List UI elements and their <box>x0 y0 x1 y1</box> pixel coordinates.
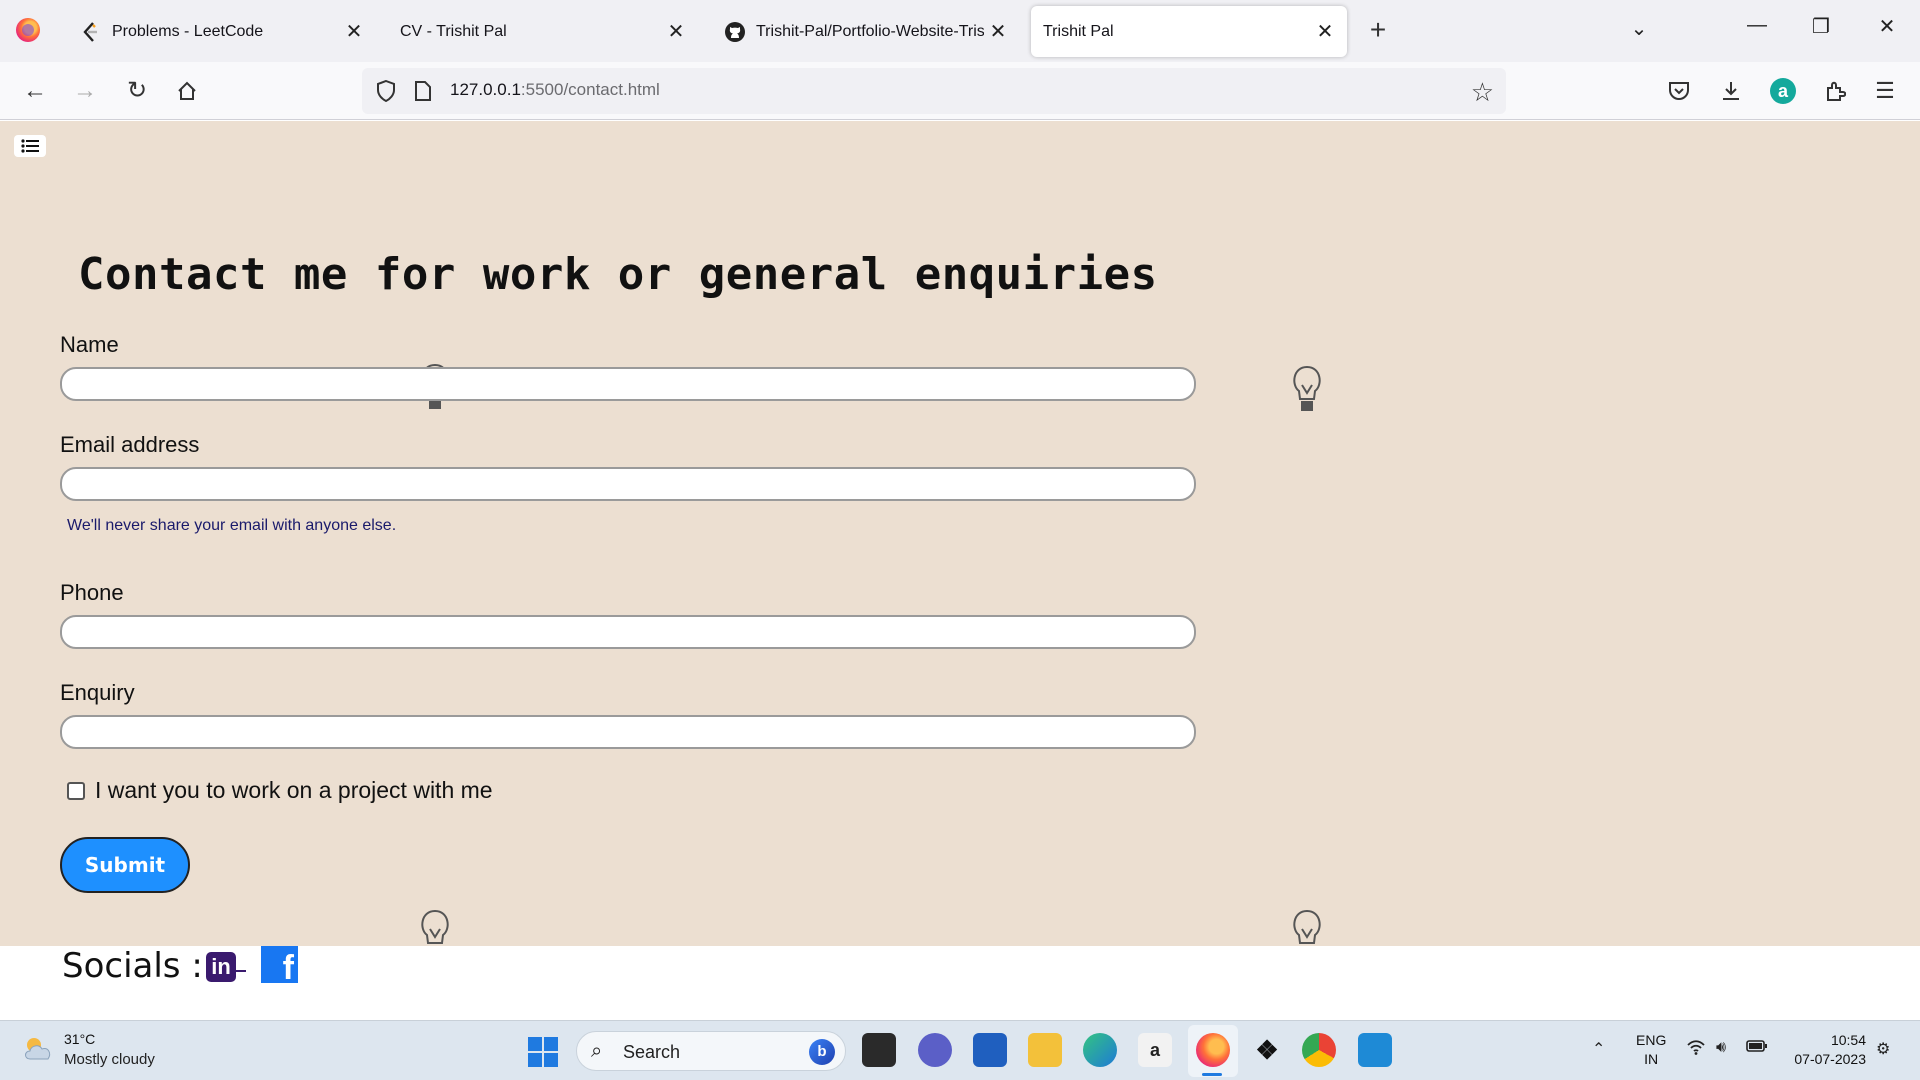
system-clock[interactable]: 10:54 07-07-2023 <box>1786 1031 1866 1069</box>
tab-title: Trishit-Pal/Portfolio-Website-Trishit <box>756 22 984 40</box>
edge-icon[interactable] <box>1083 1033 1117 1067</box>
tab-title: Problems - LeetCode <box>112 22 264 40</box>
tab-title: Trishit Pal <box>1043 22 1114 40</box>
reload-icon[interactable]: ↻ <box>122 76 152 106</box>
new-tab-button[interactable]: + <box>1363 16 1393 46</box>
socials-label: Socials : <box>62 946 203 986</box>
close-tab-icon[interactable]: ✕ <box>1311 18 1339 46</box>
tab-leetcode[interactable]: Problems - LeetCode ✕ <box>66 6 376 57</box>
windows-taskbar: 31°C Mostly cloudy ⌕ Search b a ❖ ⌃ ENG … <box>0 1020 1920 1080</box>
volume-icon[interactable]: 🔊︎ <box>1716 1039 1726 1057</box>
taskbar-search[interactable]: ⌕ Search b <box>576 1031 846 1071</box>
downloads-icon[interactable] <box>1716 76 1746 106</box>
enquiry-label: Enquiry <box>60 680 135 705</box>
name-label: Name <box>60 332 119 357</box>
wifi-icon[interactable] <box>1686 1039 1706 1060</box>
language-indicator[interactable]: ENG IN <box>1636 1031 1666 1069</box>
dropbox-icon[interactable]: ❖ <box>1250 1033 1284 1067</box>
extensions-icon[interactable] <box>1820 76 1850 106</box>
socials-footer: Socials : in f <box>0 946 1920 1020</box>
bing-icon[interactable]: b <box>809 1039 835 1065</box>
tab-github[interactable]: Trishit-Pal/Portfolio-Website-Trishit ✕ <box>710 6 1020 57</box>
restore-icon[interactable]: ❐ <box>1806 14 1836 39</box>
browser-tab-bar: Problems - LeetCode ✕ CV - Trishit Pal ✕… <box>0 0 1920 62</box>
page-info-icon[interactable] <box>414 81 432 101</box>
lightbulb-icon <box>1293 909 1321 944</box>
email-label: Email address <box>60 432 200 457</box>
forward-icon[interactable]: → <box>70 76 100 106</box>
clock-time: 10:54 <box>1830 1032 1866 1048</box>
vscode-icon[interactable] <box>1358 1033 1392 1067</box>
back-icon[interactable]: ← <box>20 76 50 106</box>
notifications-icon[interactable]: ⚙ <box>1876 1039 1890 1059</box>
clock-date: 07-07-2023 <box>1794 1051 1866 1067</box>
email-input[interactable] <box>60 467 1196 501</box>
weather-cloud-icon[interactable] <box>22 1035 56 1063</box>
url-path: :5500/contact.html <box>520 80 660 99</box>
tracking-protection-icon[interactable] <box>376 80 396 102</box>
sidebar-menu-button[interactable] <box>14 135 46 157</box>
close-tab-icon[interactable]: ✕ <box>984 18 1012 46</box>
project-checkbox-row[interactable]: I want you to work on a project with me <box>67 777 493 804</box>
project-checkbox-label[interactable]: I want you to work on a project with me <box>95 777 493 804</box>
github-icon <box>724 21 746 43</box>
close-tab-icon[interactable]: ✕ <box>662 18 690 46</box>
search-icon: ⌕ <box>591 1040 603 1062</box>
leetcode-icon <box>80 21 102 43</box>
name-input[interactable] <box>60 367 1196 401</box>
region-code: IN <box>1644 1051 1659 1067</box>
url-bar[interactable]: 127.0.0.1:5500/contact.html ☆ <box>362 68 1506 114</box>
microsoft-store-icon[interactable] <box>973 1033 1007 1067</box>
home-icon[interactable] <box>172 76 202 106</box>
windows-start-icon[interactable] <box>528 1037 558 1067</box>
account-avatar[interactable]: a <box>1768 76 1798 106</box>
weather-description[interactable]: Mostly cloudy <box>64 1051 155 1068</box>
weather-temperature[interactable]: 31°C <box>64 1031 95 1047</box>
close-tab-icon[interactable]: ✕ <box>340 18 368 46</box>
close-window-icon[interactable]: ✕ <box>1872 14 1902 39</box>
active-indicator <box>1202 1073 1222 1076</box>
chrome-icon[interactable] <box>1302 1033 1336 1067</box>
url-text[interactable]: 127.0.0.1:5500/contact.html <box>450 80 660 100</box>
list-icon <box>21 139 39 153</box>
tab-cv[interactable]: CV - Trishit Pal ✕ <box>388 6 698 57</box>
search-placeholder: Search <box>623 1042 681 1062</box>
tab-trishit-pal[interactable]: Trishit Pal ✕ <box>1031 6 1347 57</box>
firefox-icon[interactable] <box>16 18 40 42</box>
url-host: 127.0.0.1 <box>450 80 521 99</box>
page-content: Contact me for work or general enquiries… <box>0 121 1920 946</box>
task-view-icon[interactable] <box>862 1033 896 1067</box>
pocket-icon[interactable] <box>1664 76 1694 106</box>
battery-icon[interactable] <box>1746 1039 1768 1058</box>
email-help-text: We'll never share your email with anyone… <box>67 517 397 534</box>
tab-title: CV - Trishit Pal <box>400 22 507 40</box>
facebook-icon[interactable]: f <box>261 946 298 983</box>
project-checkbox[interactable] <box>67 781 85 800</box>
linkedin-underline <box>236 970 246 972</box>
lightbulb-icon <box>421 909 449 944</box>
amazon-icon[interactable]: a <box>1138 1033 1172 1067</box>
minimize-icon[interactable]: — <box>1742 14 1772 37</box>
teams-chat-icon[interactable] <box>918 1033 952 1067</box>
app-menu-icon[interactable]: ☰ <box>1870 76 1900 106</box>
file-explorer-icon[interactable] <box>1028 1033 1062 1067</box>
bookmark-star-icon[interactable]: ☆ <box>1471 77 1494 108</box>
linkedin-icon[interactable]: in <box>206 952 236 982</box>
firefox-taskbar-icon[interactable] <box>1196 1033 1230 1067</box>
enquiry-input[interactable] <box>60 715 1196 749</box>
submit-button[interactable]: Submit <box>60 837 190 893</box>
lightbulb-icon <box>1293 365 1321 411</box>
list-all-tabs-icon[interactable]: ⌄ <box>1624 16 1654 41</box>
phone-label: Phone <box>60 580 124 605</box>
phone-input[interactable] <box>60 615 1196 649</box>
language-code: ENG <box>1636 1032 1667 1048</box>
page-title: Contact me for work or general enquiries <box>78 249 1158 300</box>
show-hidden-icons[interactable]: ⌃ <box>1592 1039 1605 1059</box>
browser-nav-bar: ← → ↻ 127.0.0.1:5500/contact.html ☆ a ☰ <box>0 62 1920 120</box>
